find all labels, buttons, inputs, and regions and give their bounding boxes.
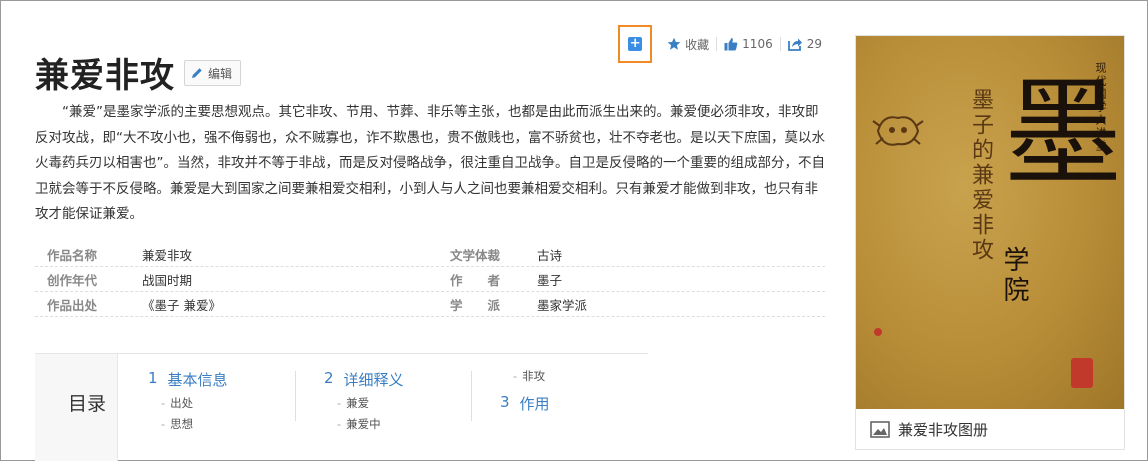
page-title: 兼爱非攻 xyxy=(35,56,175,96)
image-icon xyxy=(870,420,890,438)
pencil-icon xyxy=(192,68,202,78)
info-value: 兼爱非攻 xyxy=(142,247,193,263)
favorite-button[interactable]: 收藏 xyxy=(660,36,716,53)
toc-section-label: 基本信息 xyxy=(167,371,228,389)
toc-section: 2 详细释义 兼爱 兼爱中 xyxy=(324,369,404,432)
toc-section-link[interactable]: 3 作用 xyxy=(500,393,550,414)
toc-divider xyxy=(295,371,296,421)
toc-section-link[interactable]: 2 详细释义 xyxy=(324,369,404,390)
toc-section: 1 基本信息 出处 思想 xyxy=(148,369,228,432)
publisher-logo-icon xyxy=(874,328,882,336)
description-paragraph: “兼爱”是墨家学派的主要思想观点。其它非攻、节用、节葬、非乐等主张，也都是由此而… xyxy=(35,104,825,222)
basic-info-table: 作品名称 兼爱非攻 文学体裁 古诗 创作年代 战国时期 作 者 墨子 作品出处 … xyxy=(35,242,825,317)
toc-section-label: 作用 xyxy=(519,395,550,413)
info-value[interactable]: 墨家学派 xyxy=(537,295,587,314)
edit-button[interactable]: 编辑 xyxy=(184,60,242,86)
toc-subitem[interactable]: 兼爱中 xyxy=(324,416,404,432)
info-value: 战国时期 xyxy=(142,272,193,288)
toc-subitem[interactable]: 非攻 xyxy=(500,368,550,384)
info-value[interactable]: 墨子 xyxy=(537,270,562,289)
toc-title: 目录 xyxy=(68,393,107,415)
toc-subitem[interactable]: 思想 xyxy=(148,416,228,432)
info-row: 创作年代 战国时期 作 者 墨子 xyxy=(35,267,825,292)
toc-section-number: 2 xyxy=(324,369,334,387)
album-caption[interactable]: 兼爱非攻图册 xyxy=(856,409,1124,449)
cover-college-text: 学院 xyxy=(999,246,1029,306)
info-label: 学 派 xyxy=(450,297,501,313)
add-button[interactable]: + xyxy=(618,25,653,63)
album-card[interactable]: 现代国学大讲堂 墨子的兼爱非攻 墨 学院 兼爱非攻图册 xyxy=(855,35,1125,450)
share-count: 29 xyxy=(806,37,822,51)
favorite-label: 收藏 xyxy=(685,37,710,52)
toc-section-number: 1 xyxy=(148,369,158,387)
table-of-contents: 目录 1 基本信息 出处 思想 2 详细释义 兼爱 兼爱中 非攻 3 作用 xyxy=(35,353,648,461)
toc-divider xyxy=(471,371,472,421)
thumbs-up-icon xyxy=(724,38,738,51)
toc-section-number: 3 xyxy=(500,393,510,411)
toc-section: 非攻 3 作用 xyxy=(500,368,550,414)
red-seal-icon xyxy=(1071,358,1093,388)
book-cover-image[interactable]: 现代国学大讲堂 墨子的兼爱非攻 墨 学院 xyxy=(856,36,1124,411)
plus-icon: + xyxy=(628,36,643,51)
action-toolbar: + 收藏 1106 29 xyxy=(618,25,829,63)
toc-subitem[interactable]: 兼爱 xyxy=(324,395,404,411)
share-icon xyxy=(787,38,802,51)
share-button[interactable]: 29 xyxy=(781,37,829,51)
like-button[interactable]: 1106 xyxy=(717,37,780,51)
info-value: 《墨子 兼爱》 xyxy=(142,297,221,313)
bronze-ornament-icon xyxy=(872,116,924,146)
info-label: 作品出处 xyxy=(47,297,98,313)
toc-title-box: 目录 xyxy=(35,354,118,461)
info-label: 作品名称 xyxy=(47,247,98,263)
toc-subitem[interactable]: 出处 xyxy=(148,395,228,411)
album-caption-label: 兼爱非攻图册 xyxy=(898,420,989,439)
info-label: 作 者 xyxy=(450,272,501,288)
cover-calligraphy: 墨 xyxy=(1004,64,1123,202)
info-row: 作品名称 兼爱非攻 文学体裁 古诗 xyxy=(35,242,825,267)
info-label: 创作年代 xyxy=(47,272,98,288)
star-icon xyxy=(667,37,681,50)
edit-label: 编辑 xyxy=(208,66,233,81)
cover-subtitle-text: 墨子的兼爱非攻 xyxy=(968,88,993,263)
toc-section-link[interactable]: 1 基本信息 xyxy=(148,369,228,390)
info-value: 古诗 xyxy=(537,247,563,263)
info-label: 文学体裁 xyxy=(450,247,501,263)
info-row: 作品出处 《墨子 兼爱》 学 派 墨家学派 xyxy=(35,292,825,317)
like-count: 1106 xyxy=(742,37,773,51)
toc-section-label: 详细释义 xyxy=(343,371,404,389)
